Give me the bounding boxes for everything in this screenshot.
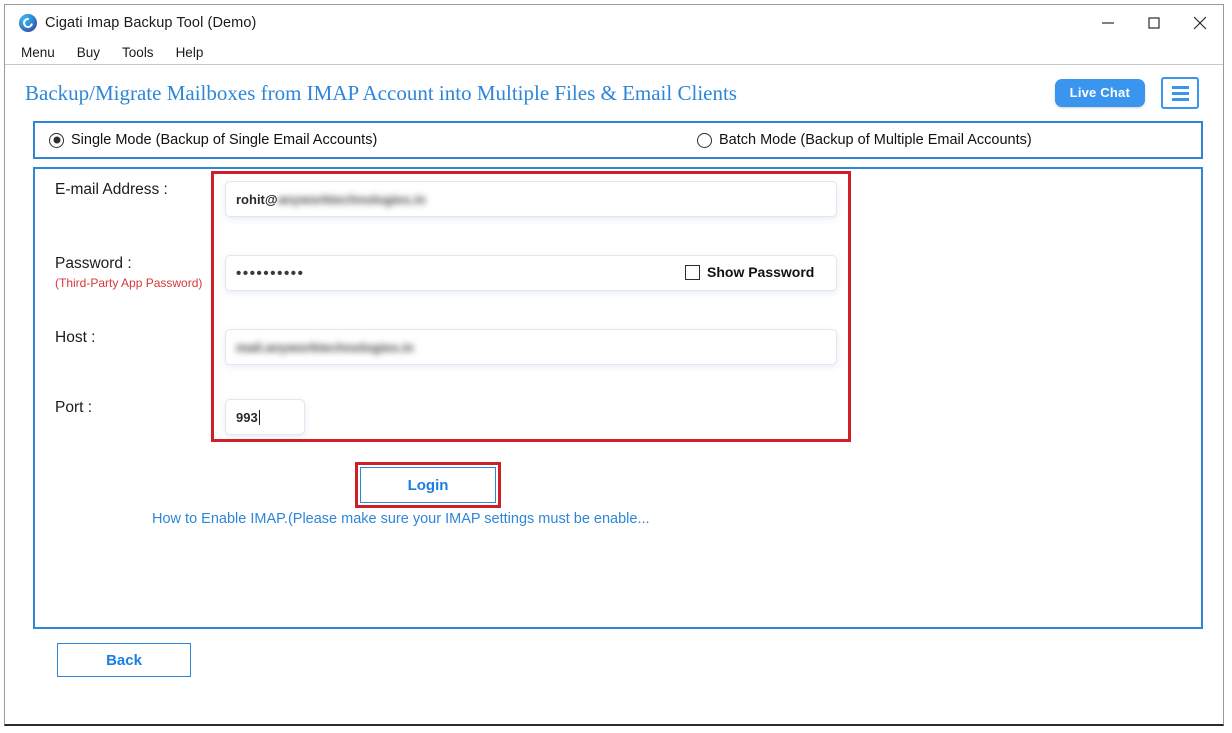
password-label: Password : (55, 255, 132, 272)
text-caret (258, 409, 260, 425)
mode-selection-bar: Single Mode (Backup of Single Email Acco… (33, 121, 1203, 159)
port-label-wrap: Port : (35, 399, 225, 417)
email-value-visible: rohit@ (236, 191, 278, 207)
radio-batch-mode[interactable] (697, 132, 712, 148)
window-title: Cigati Imap Backup Tool (Demo) (45, 15, 257, 31)
radio-single-mode[interactable] (49, 132, 64, 148)
footer-bar: Back (5, 629, 1223, 724)
port-input[interactable]: 993 (225, 399, 305, 435)
header-band: Backup/Migrate Mailboxes from IMAP Accou… (5, 65, 1223, 121)
field-row-email: E-mail Address : rohit@ anyworktechnologi… (35, 181, 1201, 217)
radio-label-batch-mode: Batch Mode (Backup of Multiple Email Acc… (719, 132, 1032, 148)
application-window: Cigati Imap Backup Tool (Demo) Menu Buy … (4, 4, 1224, 726)
show-password-checkbox[interactable] (685, 264, 700, 280)
show-password-label: Show Password (707, 264, 815, 280)
radio-option-single-mode[interactable]: Single Mode (Backup of Single Email Acco… (49, 132, 697, 148)
email-value-blurred: anyworktechnologies.in (277, 191, 426, 207)
host-input[interactable]: mail.anyworktechnologies.in (225, 329, 837, 365)
email-input[interactable]: rohit@ anyworktechnologies.in (225, 181, 837, 217)
menu-item-menu[interactable]: Menu (21, 45, 55, 60)
field-row-host: Host : mail.anyworktechnologies.in (35, 329, 1201, 365)
credentials-form-panel: E-mail Address : rohit@ anyworktechnologi… (33, 167, 1203, 629)
show-password-option[interactable]: Show Password (685, 264, 814, 280)
login-button[interactable]: Login (360, 467, 496, 503)
imap-help-link[interactable]: How to Enable IMAP.(Please make sure you… (152, 511, 650, 527)
minimize-icon[interactable] (1085, 5, 1131, 41)
password-value: •••••••••• (236, 264, 305, 282)
host-label: Host : (55, 329, 96, 346)
back-button[interactable]: Back (57, 643, 191, 677)
cigati-logo-icon (19, 14, 37, 32)
port-label: Port : (55, 399, 93, 416)
field-row-password: Password : (Third-Party App Password) ••… (35, 255, 1201, 291)
close-icon[interactable] (1177, 5, 1223, 41)
menu-item-tools[interactable]: Tools (122, 45, 154, 60)
menu-bar: Menu Buy Tools Help (5, 41, 1223, 65)
password-sublabel: (Third-Party App Password) (55, 276, 203, 290)
menu-item-help[interactable]: Help (176, 45, 204, 60)
menu-item-buy[interactable]: Buy (77, 45, 100, 60)
live-chat-button[interactable]: Live Chat (1054, 79, 1145, 107)
title-bar: Cigati Imap Backup Tool (Demo) (5, 5, 1223, 41)
field-row-port: Port : 993 (35, 399, 1201, 435)
password-label-wrap: Password : (Third-Party App Password) (35, 255, 225, 290)
radio-option-batch-mode[interactable]: Batch Mode (Backup of Multiple Email Acc… (697, 132, 1032, 148)
host-value-blurred: mail.anyworktechnologies.in (236, 339, 414, 355)
hamburger-menu-icon[interactable] (1161, 77, 1199, 109)
email-label-wrap: E-mail Address : (35, 181, 225, 199)
page-title: Backup/Migrate Mailboxes from IMAP Accou… (25, 80, 737, 105)
port-value: 993 (236, 409, 258, 425)
window-controls (1085, 5, 1223, 41)
radio-label-single-mode: Single Mode (Backup of Single Email Acco… (71, 132, 378, 148)
maximize-icon[interactable] (1131, 5, 1177, 41)
host-label-wrap: Host : (35, 329, 225, 347)
email-label: E-mail Address : (55, 181, 168, 198)
